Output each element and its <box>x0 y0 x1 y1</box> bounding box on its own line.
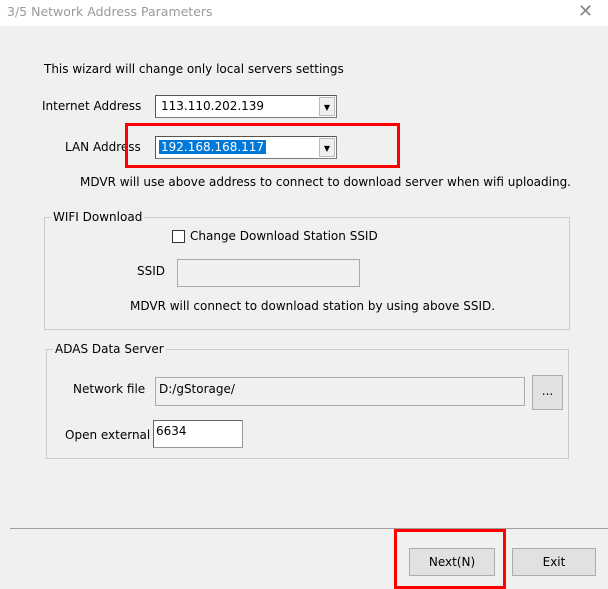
highlight-box <box>125 123 400 168</box>
window-title: 3/5 Network Address Parameters <box>7 4 213 19</box>
lan-note: MDVR will use above address to connect t… <box>80 175 571 189</box>
change-ssid-checkbox[interactable] <box>172 230 185 243</box>
port-input[interactable]: 6634 <box>153 420 243 448</box>
separator <box>10 528 608 529</box>
close-icon[interactable]: ✕ <box>578 1 593 22</box>
port-label: Open external <box>65 428 151 442</box>
ssid-note: MDVR will connect to download station by… <box>130 299 496 313</box>
internet-address-label: Internet Address <box>42 99 142 113</box>
browse-button[interactable]: ... <box>532 375 563 410</box>
ssid-label: SSID <box>137 264 166 278</box>
network-file-input[interactable]: D:/gStorage/ <box>155 377 525 406</box>
exit-button[interactable]: Exit <box>512 548 596 576</box>
wifi-legend: WIFI Download <box>51 210 145 224</box>
intro-text: This wizard will change only local serve… <box>44 62 344 76</box>
highlight-box <box>394 529 506 589</box>
network-file-label: Network file <box>73 382 146 396</box>
ssid-input[interactable] <box>177 259 360 287</box>
internet-address-combo[interactable]: 113.110.202.139 ▼ <box>155 95 337 118</box>
chevron-down-icon[interactable]: ▼ <box>319 97 335 116</box>
adas-legend: ADAS Data Server <box>53 342 166 356</box>
change-ssid-label[interactable]: Change Download Station SSID <box>190 229 378 243</box>
internet-address-value: 113.110.202.139 <box>161 99 265 113</box>
